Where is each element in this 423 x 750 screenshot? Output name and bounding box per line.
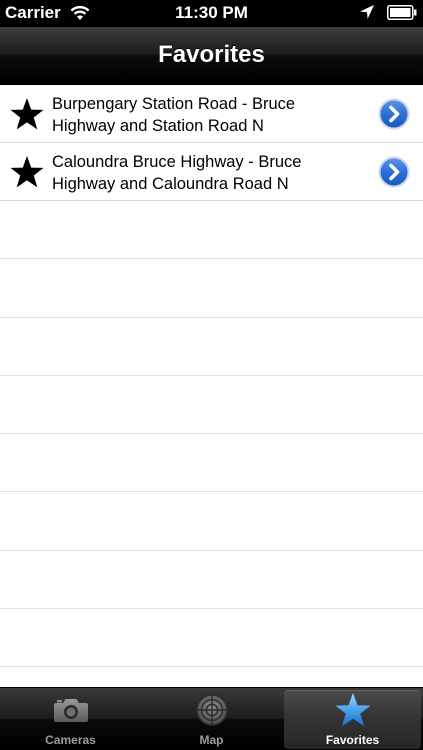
star-icon (10, 156, 44, 188)
battery-icon (387, 4, 417, 20)
location-arrow-icon (360, 5, 374, 19)
tab-map[interactable]: Map (143, 690, 280, 749)
star-icon (10, 98, 44, 130)
empty-row (0, 259, 423, 318)
favorite-title-line: Burpengary Station Road - Bruce (52, 95, 296, 113)
disclosure-chevron-icon[interactable] (378, 98, 410, 130)
tab-label: Map (199, 733, 224, 747)
navigation-bar: Favorites (0, 27, 423, 85)
empty-row (0, 376, 423, 435)
camera-icon (53, 699, 88, 722)
status-bar: Carrier 11:30 PM (0, 0, 423, 27)
tab-label: Cameras (45, 733, 96, 747)
empty-row (0, 551, 423, 610)
status-right (359, 4, 417, 20)
page-title: Favorites (158, 41, 265, 68)
favorite-title: Caloundra Bruce Highway - Bruce Highway … (52, 151, 370, 195)
empty-row (0, 318, 423, 376)
tab-cameras[interactable]: Cameras (2, 690, 139, 749)
favorites-screen: Carrier 11:30 PM Favorites Burpengary St… (0, 0, 423, 750)
disclosure-chevron-icon[interactable] (378, 156, 410, 188)
tab-favorites[interactable]: Favorites (284, 690, 421, 749)
favorite-title-line: Highway and Caloundra Road N (52, 175, 289, 193)
empty-row (0, 609, 423, 668)
favorite-title-line: Highway and Station Road N (52, 117, 264, 135)
empty-row (0, 434, 423, 493)
empty-row (0, 492, 423, 551)
tab-bar: Cameras Map Favorites (0, 687, 423, 750)
radar-icon (195, 694, 228, 726)
favorite-title-line: Caloundra Bruce Highway - Bruce (52, 153, 302, 171)
favorite-row[interactable]: Burpengary Station Road - Bruce Highway … (0, 85, 423, 143)
empty-row (0, 201, 423, 260)
favorite-row[interactable]: Caloundra Bruce Highway - Bruce Highway … (0, 143, 423, 201)
favorite-title: Burpengary Station Road - Bruce Highway … (52, 93, 370, 137)
star-icon (334, 693, 371, 727)
favorites-table[interactable]: Burpengary Station Road - Bruce Highway … (0, 85, 423, 687)
tab-label: Favorites (325, 733, 380, 747)
